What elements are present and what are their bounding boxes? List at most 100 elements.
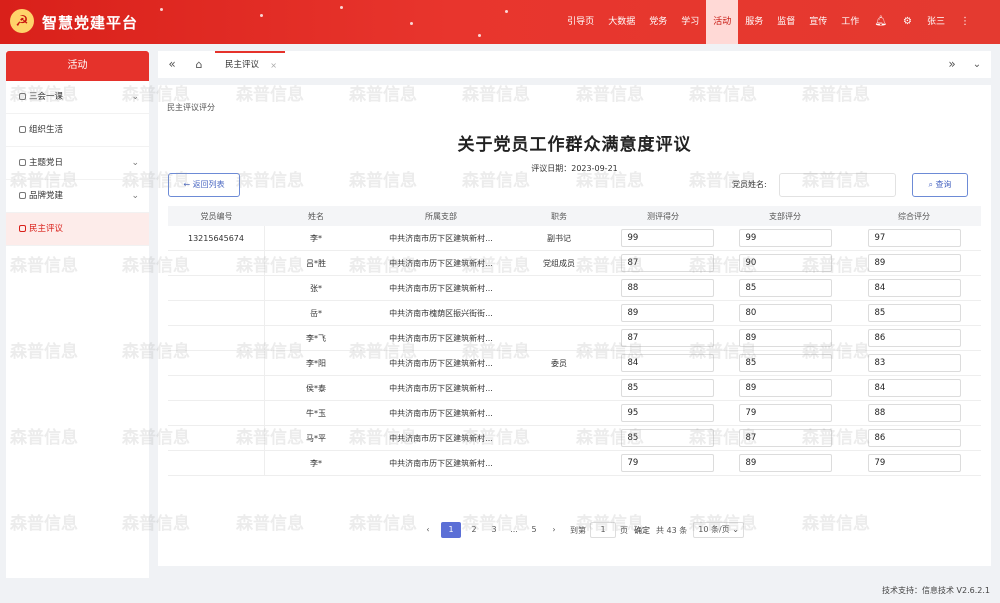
score-input[interactable]: 86 <box>867 329 961 347</box>
prev-page-icon[interactable]: ‹ <box>421 522 435 538</box>
nav-activity[interactable]: 活动 <box>706 0 739 44</box>
table-body: 13215645674 李* 中共济南市历下区建筑新村... 副书记 99 99 97 吕*胜… <box>168 226 981 476</box>
table-cell <box>515 276 603 300</box>
table-cell: 李*阳 <box>306 358 326 368</box>
next-page-icon[interactable]: › <box>547 522 561 538</box>
score-input[interactable]: 90 <box>738 254 832 272</box>
page-button[interactable]: 5 <box>527 522 541 538</box>
table-cell: 牛*玉 <box>306 408 326 418</box>
score-input[interactable]: 84 <box>867 379 961 397</box>
page-button[interactable]: 2 <box>467 522 481 538</box>
sidebar-item-brand[interactable]: 品牌党建 ⌄ <box>6 180 149 213</box>
score-input[interactable]: 88 <box>620 279 714 297</box>
score-input[interactable]: 83 <box>867 354 961 372</box>
table-cell: 中共济南市历下区建筑新村... <box>389 283 493 293</box>
score-input[interactable]: 89 <box>738 329 832 347</box>
score-cell: 88 <box>603 276 723 300</box>
sidebar-item-org-life[interactable]: 组织生活 <box>6 114 149 147</box>
back-label: 返回列表 <box>192 180 225 189</box>
page-ellipsis[interactable]: ... <box>507 522 521 538</box>
page-size-select[interactable]: 10 条/页 ⌄ <box>693 522 744 538</box>
query-button[interactable]: ⌕ 查询 <box>912 173 968 197</box>
score-input[interactable]: 84 <box>867 279 961 297</box>
column-header: 姓名 <box>308 211 324 221</box>
breadcrumb: 民主评议评分 <box>167 103 215 112</box>
nav-publicity[interactable]: 宣传 <box>802 0 834 44</box>
sidebar-item-three-meetings[interactable]: 三会一课 ⌄ <box>6 81 149 114</box>
score-input[interactable]: 88 <box>867 404 961 422</box>
score-cell: 79 <box>847 451 981 475</box>
score-input[interactable]: 84 <box>620 354 714 372</box>
score-input[interactable]: 97 <box>867 229 961 247</box>
score-input[interactable]: 79 <box>738 404 832 422</box>
score-input[interactable]: 89 <box>738 454 832 472</box>
tab-bar: « ⌂ 民主评议 × » ⌄ <box>158 51 991 78</box>
score-cell: 89 <box>723 376 847 400</box>
footer-version: 技术支持：信息技术 V2.6.2.1 <box>881 586 990 595</box>
collapse-icon[interactable]: « <box>161 51 183 78</box>
party-logo-icon: ☭ <box>10 9 34 33</box>
score-input[interactable]: 85 <box>867 304 961 322</box>
table-cell: 李*飞 <box>306 333 326 343</box>
sidebar-title: 活动 <box>6 51 149 81</box>
score-input[interactable]: 87 <box>738 429 832 447</box>
nav-guide[interactable]: 引导页 <box>560 0 601 44</box>
table-cell <box>515 401 603 425</box>
page-button[interactable]: 3 <box>487 522 501 538</box>
score-input[interactable]: 85 <box>620 429 714 447</box>
nav-work[interactable]: 工作 <box>834 0 866 44</box>
score-cell: 89 <box>723 326 847 350</box>
back-to-list-button[interactable]: ← 返回列表 <box>168 173 240 197</box>
score-input[interactable]: 85 <box>738 354 832 372</box>
score-cell: 85 <box>723 351 847 375</box>
user-name[interactable]: 张三 <box>920 0 952 44</box>
score-input[interactable]: 95 <box>620 404 714 422</box>
chevron-down-icon: ⌄ <box>131 158 139 168</box>
chevron-down-icon[interactable]: ⌄ <box>966 51 988 78</box>
score-input[interactable]: 79 <box>867 454 961 472</box>
table-cell: 中共济南市历下区建筑新村... <box>389 233 493 243</box>
table-cell: 李* <box>310 458 322 468</box>
arrow-left-icon: ← <box>183 180 191 189</box>
score-input[interactable]: 85 <box>620 379 714 397</box>
member-name-input[interactable] <box>779 173 896 197</box>
more-icon[interactable]: ⋮ <box>952 0 978 44</box>
score-input[interactable]: 80 <box>738 304 832 322</box>
table-cell <box>168 251 265 275</box>
score-input[interactable]: 87 <box>620 254 714 272</box>
score-input[interactable]: 87 <box>620 329 714 347</box>
nav-service[interactable]: 服务 <box>738 0 770 44</box>
score-input[interactable]: 89 <box>738 379 832 397</box>
close-icon[interactable]: × <box>270 53 277 78</box>
tab-democratic-review[interactable]: 民主评议 × <box>215 51 285 78</box>
scroll-right-icon[interactable]: » <box>941 51 963 78</box>
score-input[interactable]: 85 <box>738 279 832 297</box>
chevron-down-icon: ⌄ <box>131 191 139 201</box>
table-cell <box>168 376 265 400</box>
score-cell: 80 <box>723 301 847 325</box>
score-input[interactable]: 99 <box>620 229 714 247</box>
settings-icon[interactable]: ⚙ <box>895 0 920 44</box>
score-input[interactable]: 89 <box>867 254 961 272</box>
sidebar-item-democratic-review[interactable]: 民主评议 <box>6 213 149 246</box>
table-cell <box>515 426 603 450</box>
nav-supervision[interactable]: 监督 <box>770 0 802 44</box>
nav-bigdata[interactable]: 大数据 <box>601 0 642 44</box>
nav-party-affairs[interactable]: 党务 <box>642 0 674 44</box>
column-header: 所属支部 <box>425 211 457 221</box>
score-input[interactable]: 89 <box>620 304 714 322</box>
score-input[interactable]: 86 <box>867 429 961 447</box>
home-icon[interactable]: ⌂ <box>188 51 210 78</box>
table-cell: 中共济南市历下区建筑新村... <box>389 258 493 268</box>
score-cell: 85 <box>603 376 723 400</box>
bell-icon[interactable]: 🔔︎ <box>866 0 895 44</box>
column-header: 综合评分 <box>898 211 930 221</box>
column-header: 支部评分 <box>769 211 801 221</box>
score-input[interactable]: 99 <box>738 229 832 247</box>
sidebar-item-theme-day[interactable]: 主题党日 ⌄ <box>6 147 149 180</box>
goto-confirm-button[interactable]: 确定 <box>634 525 650 536</box>
nav-study[interactable]: 学习 <box>674 0 706 44</box>
goto-page-input[interactable]: 1 <box>590 522 616 538</box>
score-input[interactable]: 79 <box>620 454 714 472</box>
page-button[interactable]: 1 <box>441 522 461 538</box>
